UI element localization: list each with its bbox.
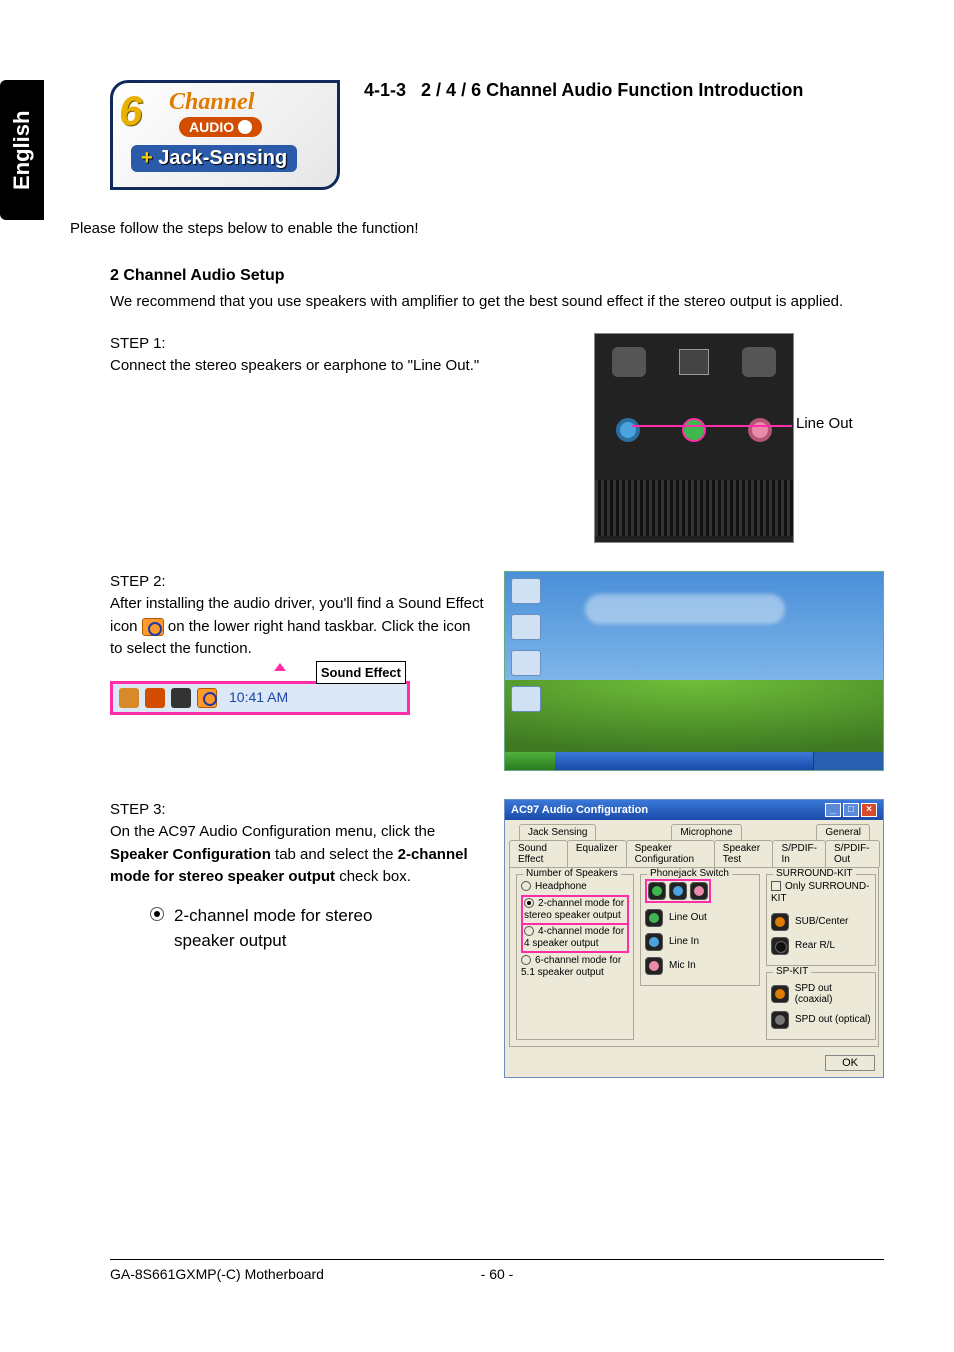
line-in-jack-icon: [616, 418, 640, 442]
logo-channel: Channel: [169, 89, 254, 116]
two-channel-radio-label: 2-channel mode for stereo speaker output: [174, 903, 372, 954]
ps2-port-icon: [742, 347, 776, 377]
setup-body: We recommend that you use speakers with …: [110, 291, 884, 313]
jack-icon: [645, 909, 663, 927]
window-title: AC97 Audio Configuration: [511, 804, 648, 816]
tab-sound-effect[interactable]: Sound Effect: [509, 840, 568, 867]
desktop-icon: [511, 686, 541, 712]
desktop-icon: [511, 650, 541, 676]
setup-heading: 2 Channel Audio Setup: [110, 267, 884, 285]
desktop-icon: [511, 578, 541, 604]
six-channel-audio-logo: 6 Channel AUDIO + Jack-Sensing: [110, 80, 340, 190]
jack-icon: [771, 985, 789, 1003]
usb-port-icon: [679, 349, 709, 375]
tab-equalizer[interactable]: Equalizer: [567, 840, 627, 867]
sound-effect-tray-icon: [142, 618, 164, 636]
jack-label: SUB/Center: [795, 916, 848, 927]
logo-jack-sensing: + Jack-Sensing: [131, 145, 297, 172]
close-button[interactable]: ×: [861, 803, 877, 817]
tab-spdif-in[interactable]: S/PDIF-In: [772, 840, 826, 867]
group-number-of-speakers: Number of Speakers: [523, 868, 621, 879]
step2-text: After installing the audio driver, you'l…: [110, 593, 484, 661]
opt-4-channel[interactable]: 4-channel mode for 4 speaker output: [521, 925, 629, 953]
jack-icon: [771, 937, 789, 955]
group-phonejack-switch: Phonejack Switch: [647, 868, 732, 879]
jack-label: Rear R/L: [795, 940, 835, 951]
tab-speaker-configuration[interactable]: Speaker Configuration: [626, 840, 715, 867]
group-surround-kit: SURROUND-KIT: [773, 868, 856, 879]
footer-product: GA-8S661GXMP(-C) Motherboard: [110, 1266, 324, 1282]
opt-2-channel[interactable]: 2-channel mode for stereo speaker output: [521, 895, 629, 925]
ac97-config-window: AC97 Audio Configuration _ □ × Jack Sens…: [504, 799, 884, 1078]
jack-icon: [645, 933, 663, 951]
jack-icon: [669, 882, 687, 900]
taskbar-clock: 10:41 AM: [223, 685, 294, 710]
jack-icon: [771, 1011, 789, 1029]
start-button: [505, 752, 555, 770]
desktop-screenshot: [504, 571, 884, 771]
line-out-label: Line Out: [796, 415, 853, 432]
jack-icon: [690, 882, 708, 900]
jack-label: Mic In: [669, 960, 696, 971]
speaker-icon: [238, 120, 252, 134]
system-tray: [813, 752, 883, 770]
footer-page-number: - 60 -: [481, 1266, 514, 1282]
logo-audio: AUDIO: [179, 117, 262, 137]
jack-label: Line In: [669, 936, 699, 947]
step3-label: STEP 3:: [110, 799, 484, 822]
jack-label: SPD out (optical): [795, 1014, 871, 1025]
callout-line: [632, 425, 792, 427]
language-tab: English: [0, 80, 44, 220]
ps2-port-icon: [612, 347, 646, 377]
arrow-up-icon: [266, 663, 294, 673]
two-channel-radio-callout: 2-channel mode for stereo speaker output: [150, 903, 484, 954]
logo-six: 6: [119, 87, 142, 135]
tray-icon: [119, 688, 139, 708]
ok-button[interactable]: OK: [825, 1055, 875, 1071]
tray-icon: [145, 688, 165, 708]
jack-label: SPD out (coaxial): [795, 983, 871, 1005]
vent-grille-icon: [595, 480, 793, 536]
intro-text: Please follow the steps below to enable …: [70, 220, 884, 237]
jack-label: Line Out: [669, 912, 707, 923]
tab-speaker-test[interactable]: Speaker Test: [714, 840, 774, 867]
step1-text: Connect the stereo speakers or earphone …: [110, 355, 484, 378]
tab-spdif-out[interactable]: S/PDIF-Out: [825, 840, 880, 867]
jack-icon: [645, 957, 663, 975]
opt-headphone[interactable]: Headphone: [521, 879, 629, 895]
section-heading: 2 / 4 / 6 Channel Audio Function Introdu…: [421, 80, 803, 100]
rear-ports-illustration: Line Out: [504, 333, 884, 543]
radio-checked-icon: [150, 907, 164, 921]
opt-6-channel[interactable]: 6-channel mode for 5.1 speaker output: [521, 953, 629, 981]
tray-icon: [171, 688, 191, 708]
step2-label: STEP 2:: [110, 571, 484, 594]
tab-microphone[interactable]: Microphone: [671, 824, 741, 840]
desktop-icon: [511, 614, 541, 640]
tab-general[interactable]: General: [816, 824, 870, 840]
maximize-button[interactable]: □: [843, 803, 859, 817]
taskbar-screenshot: 10:41 AM: [110, 681, 410, 715]
jack-icon: [648, 882, 666, 900]
sound-effect-tray-icon: [197, 688, 217, 708]
section-title: 4-1-3 2 / 4 / 6 Channel Audio Function I…: [364, 80, 803, 101]
sound-effect-tooltip: Sound Effect: [316, 661, 406, 685]
tab-strip: Jack Sensing Microphone General Sound Ef…: [505, 820, 883, 867]
group-sp-kit: SP-KIT: [773, 966, 811, 977]
line-out-jack-icon: [682, 418, 706, 442]
chk-only-surround[interactable]: Only SURROUND-KIT: [771, 879, 871, 907]
minimize-button[interactable]: _: [825, 803, 841, 817]
mic-in-jack-icon: [748, 418, 772, 442]
step1-label: STEP 1:: [110, 333, 484, 356]
section-number: 4-1-3: [364, 80, 406, 100]
jack-icon: [771, 913, 789, 931]
tab-jack-sensing[interactable]: Jack Sensing: [519, 824, 596, 840]
step3-text: On the AC97 Audio Configuration menu, cl…: [110, 821, 484, 889]
